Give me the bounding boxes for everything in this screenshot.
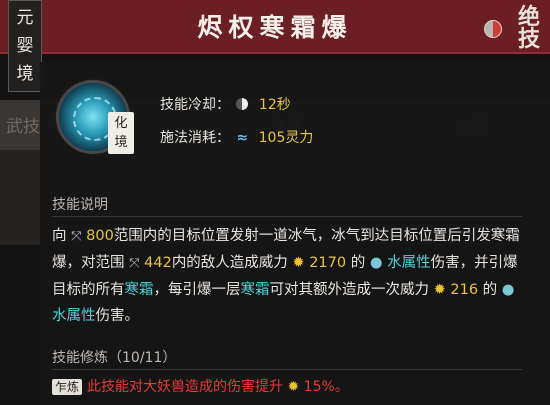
ultimate-badge-char: 技	[517, 26, 540, 52]
cost-label: 施法消耗：	[160, 130, 230, 146]
clock-icon	[236, 98, 249, 110]
cooldown-value: 12秒	[258, 97, 291, 113]
realm-badge-char: 化	[114, 116, 128, 131]
element-text: 水属性	[387, 255, 431, 271]
realm-badge: 化 境	[108, 112, 134, 154]
cooldown-row: 技能冷却： 12秒	[160, 94, 291, 114]
cost-row: 施法消耗： ≈ 105灵力	[160, 127, 313, 147]
realm-tag-char: 婴	[16, 36, 34, 56]
frost-keyword: 寒霜	[124, 282, 154, 298]
desc-text: 伤害。	[95, 308, 140, 324]
description-section-title: 技能说明	[52, 197, 108, 213]
realm-tag-char: 境	[16, 64, 34, 84]
range-icon: ⤧	[71, 229, 82, 244]
background-tab-wuji: 武技	[6, 117, 40, 137]
cooldown-label: 技能冷却：	[160, 97, 230, 113]
divider	[52, 216, 522, 217]
modification-row: 乍炼 此技能对大妖兽造成的伤害提升 ✹ 15%。	[52, 376, 349, 396]
desc-text: 内的敌人造成威力	[171, 255, 288, 271]
skill-title: 烬权寒霜爆	[197, 13, 353, 42]
power-value: 216	[450, 282, 479, 298]
water-drop-icon: ●	[369, 255, 383, 271]
frost-keyword: 寒霜	[240, 282, 270, 298]
range-icon: ⤧	[129, 256, 140, 271]
cost-value: 105灵力	[258, 130, 314, 146]
range-value: 800	[86, 228, 114, 244]
realm-tag: 元 婴 境	[8, 0, 42, 92]
desc-text: 的	[482, 282, 498, 298]
spirit-wave-icon: ≈	[236, 130, 249, 146]
skill-description: 向 ⤧ 800范围内的目标位置发射一道冰气，冰气到达目标位置后引发寒霜爆，对范围…	[52, 223, 522, 329]
modification-tag: 乍炼	[52, 379, 83, 395]
realm-badge-char: 境	[114, 135, 128, 150]
desc-text: 向	[52, 228, 67, 244]
skill-header: 烬权寒霜爆 绝 技	[0, 0, 550, 54]
modification-section-title: 技能修炼（10/11）	[52, 350, 177, 366]
range-value: 442	[144, 255, 172, 271]
desc-text: 的	[350, 255, 366, 271]
divider	[52, 369, 522, 370]
desc-text: ，每引爆一层	[153, 282, 241, 298]
desc-text: 可对其额外造成一次威力	[269, 282, 430, 298]
element-text: 水属性	[52, 308, 96, 324]
power-sun-icon: ✹	[433, 282, 446, 298]
ultimate-orb-icon	[484, 20, 502, 38]
water-drop-icon: ●	[501, 282, 515, 298]
modification-text: 此技能对大妖兽造成的伤害提升	[87, 379, 284, 395]
modification-value: 15%	[303, 379, 335, 395]
modification-suffix: 。	[334, 379, 349, 395]
power-value: 2170	[309, 255, 347, 271]
ultimate-badge-char: 绝	[517, 4, 540, 30]
ultimate-badge: 绝 技	[518, 6, 540, 50]
power-sun-icon: ✹	[292, 255, 305, 271]
realm-tag-char: 元	[16, 8, 34, 28]
power-sun-icon: ✹	[287, 379, 300, 395]
